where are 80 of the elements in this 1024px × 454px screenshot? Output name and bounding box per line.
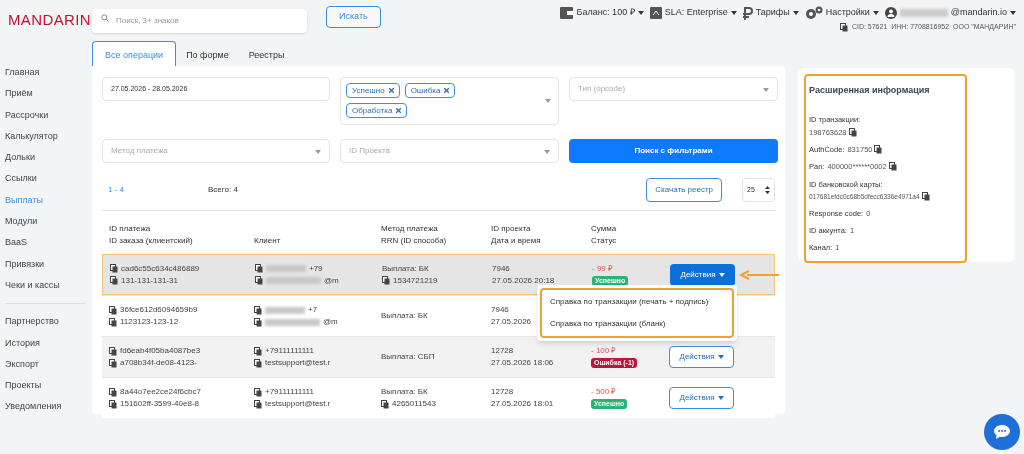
status-tag[interactable]: Ошибка — [404, 83, 456, 98]
actions-button[interactable]: Действия — [669, 387, 734, 409]
column-header: Метод платежа — [381, 223, 439, 235]
column-header: Статус — [591, 235, 618, 247]
sidebar-item[interactable]: Главная — [5, 62, 92, 84]
table-cell: 4265011543 — [392, 398, 436, 410]
header-menu-item[interactable]: SLA: Enterprise — [649, 6, 737, 20]
table-cell: Выплата: СБП — [381, 351, 435, 363]
status-tag[interactable]: Обработка — [346, 103, 408, 118]
table-cell: 131-131-131-31 — [121, 274, 178, 287]
tab[interactable]: Все операции — [92, 41, 177, 66]
table-cell: 1123123-123-12 — [120, 316, 179, 328]
logo[interactable]: MANDARIN — [0, 6, 92, 32]
table-cell: Выплата: БК — [381, 386, 428, 398]
sidebar-item[interactable]: Калькулятор — [5, 125, 92, 148]
page-range: 1 - 4 — [108, 184, 125, 196]
status-tag[interactable]: Успешно — [346, 83, 400, 98]
sidebar-item[interactable]: История — [5, 332, 92, 354]
table-cell: 27.05.2026 18:06 — [491, 357, 554, 369]
column-header: Клиент — [254, 235, 282, 247]
table-cell: @m — [324, 274, 339, 287]
table-cell: fd6eab4f05ba4087be3 — [120, 345, 201, 357]
table-cell: 27.05.2026 18:01 — [491, 398, 554, 410]
column-header: RRN (ID способа) — [381, 235, 448, 247]
table-cell: 7946 — [491, 304, 509, 316]
table-cell: Выплата: БК — [381, 310, 428, 322]
table-cell: cad6c55c634c486889 — [121, 262, 200, 275]
sidebar-item[interactable]: Партнерство — [5, 311, 92, 333]
table-cell: 12728 — [491, 345, 514, 357]
table-cell: 7946 — [492, 262, 510, 275]
table-cell: testsupport@test.r — [265, 357, 331, 369]
sidebar-item[interactable]: Рассрочки — [5, 104, 92, 126]
table-cell: +79111111111 — [265, 345, 314, 357]
sidebar-item[interactable]: Приём — [5, 83, 92, 105]
table-cell: a708b34f-de08-4123- — [120, 357, 197, 369]
total-count: Всего: 4 — [208, 184, 238, 196]
column-header: ID платежа — [109, 223, 152, 235]
search-field[interactable]: Поиск, 3+ знаков — [92, 8, 307, 33]
info-title: Расширенная информация — [809, 84, 931, 97]
table-cell: Выплата: БК — [382, 262, 429, 275]
column-header: Сумма — [591, 223, 618, 235]
header-menu-item[interactable]: Тарифы — [742, 6, 799, 20]
sidebar-item[interactable]: Экспорт — [5, 353, 92, 376]
user-menu[interactable]: @mandarin.io — [884, 6, 1016, 20]
sidebar-item[interactable]: Чеки и кассы — [5, 274, 92, 297]
dropdown-item[interactable]: Справка по транзакции (бланк) — [550, 313, 724, 335]
sidebar-item[interactable]: Модули — [5, 211, 92, 233]
table-cell: +79 — [309, 262, 323, 275]
column-header: ID проекта — [491, 223, 532, 235]
table-cell: +7 — [308, 304, 318, 316]
table-cell: 12728 — [491, 386, 514, 398]
sidebar-item[interactable]: Уведомления — [5, 396, 92, 418]
sidebar-item[interactable]: Дольки — [5, 147, 92, 169]
table-cell: 1534721219 — [393, 274, 438, 287]
column-header: ID заказа (клиентский) — [109, 235, 194, 247]
table-cell: @m — [323, 316, 338, 328]
column-header: Дата и время — [491, 235, 542, 247]
table-cell: 36fce612d6094659b9 — [120, 304, 198, 316]
table-cell: testsupport@test.r — [265, 398, 331, 410]
actions-button[interactable]: Действия — [669, 346, 734, 368]
sidebar-item[interactable]: Привязки — [5, 253, 92, 275]
amount: - 99 ₽ — [592, 262, 614, 275]
amount: - 500 ₽ — [591, 386, 618, 398]
filter-search-button[interactable]: Поиск с фильтрами — [569, 139, 778, 163]
table-cell: 27.05.2026 — [491, 316, 532, 328]
tab[interactable]: По форме — [176, 42, 239, 66]
table-cell: 8a44o7ee2ce24f6cbc7 — [120, 386, 201, 398]
table-cell: +79111111111 — [265, 386, 314, 398]
sidebar-item[interactable]: Ссылки — [5, 168, 92, 190]
actions-button[interactable]: Действия — [670, 263, 735, 286]
status-select[interactable]: Успешно Ошибка Обработка — [340, 77, 559, 125]
sidebar-item[interactable]: BaaS — [5, 232, 92, 254]
tab[interactable]: Реестры — [238, 42, 295, 66]
amount: - 100 ₽ — [591, 345, 618, 357]
table-cell: 27.05.2026 20:18 — [492, 274, 555, 287]
header-menu-item[interactable]: Баланс: 100 ₽ — [560, 6, 644, 20]
table-cell: 151602ff-3599-40e8-8 — [120, 398, 200, 410]
download-button[interactable]: Скачать реестр — [646, 178, 722, 202]
sidebar-item[interactable]: Проекты — [5, 375, 92, 397]
header-menu-item[interactable]: Настройки — [804, 6, 879, 20]
